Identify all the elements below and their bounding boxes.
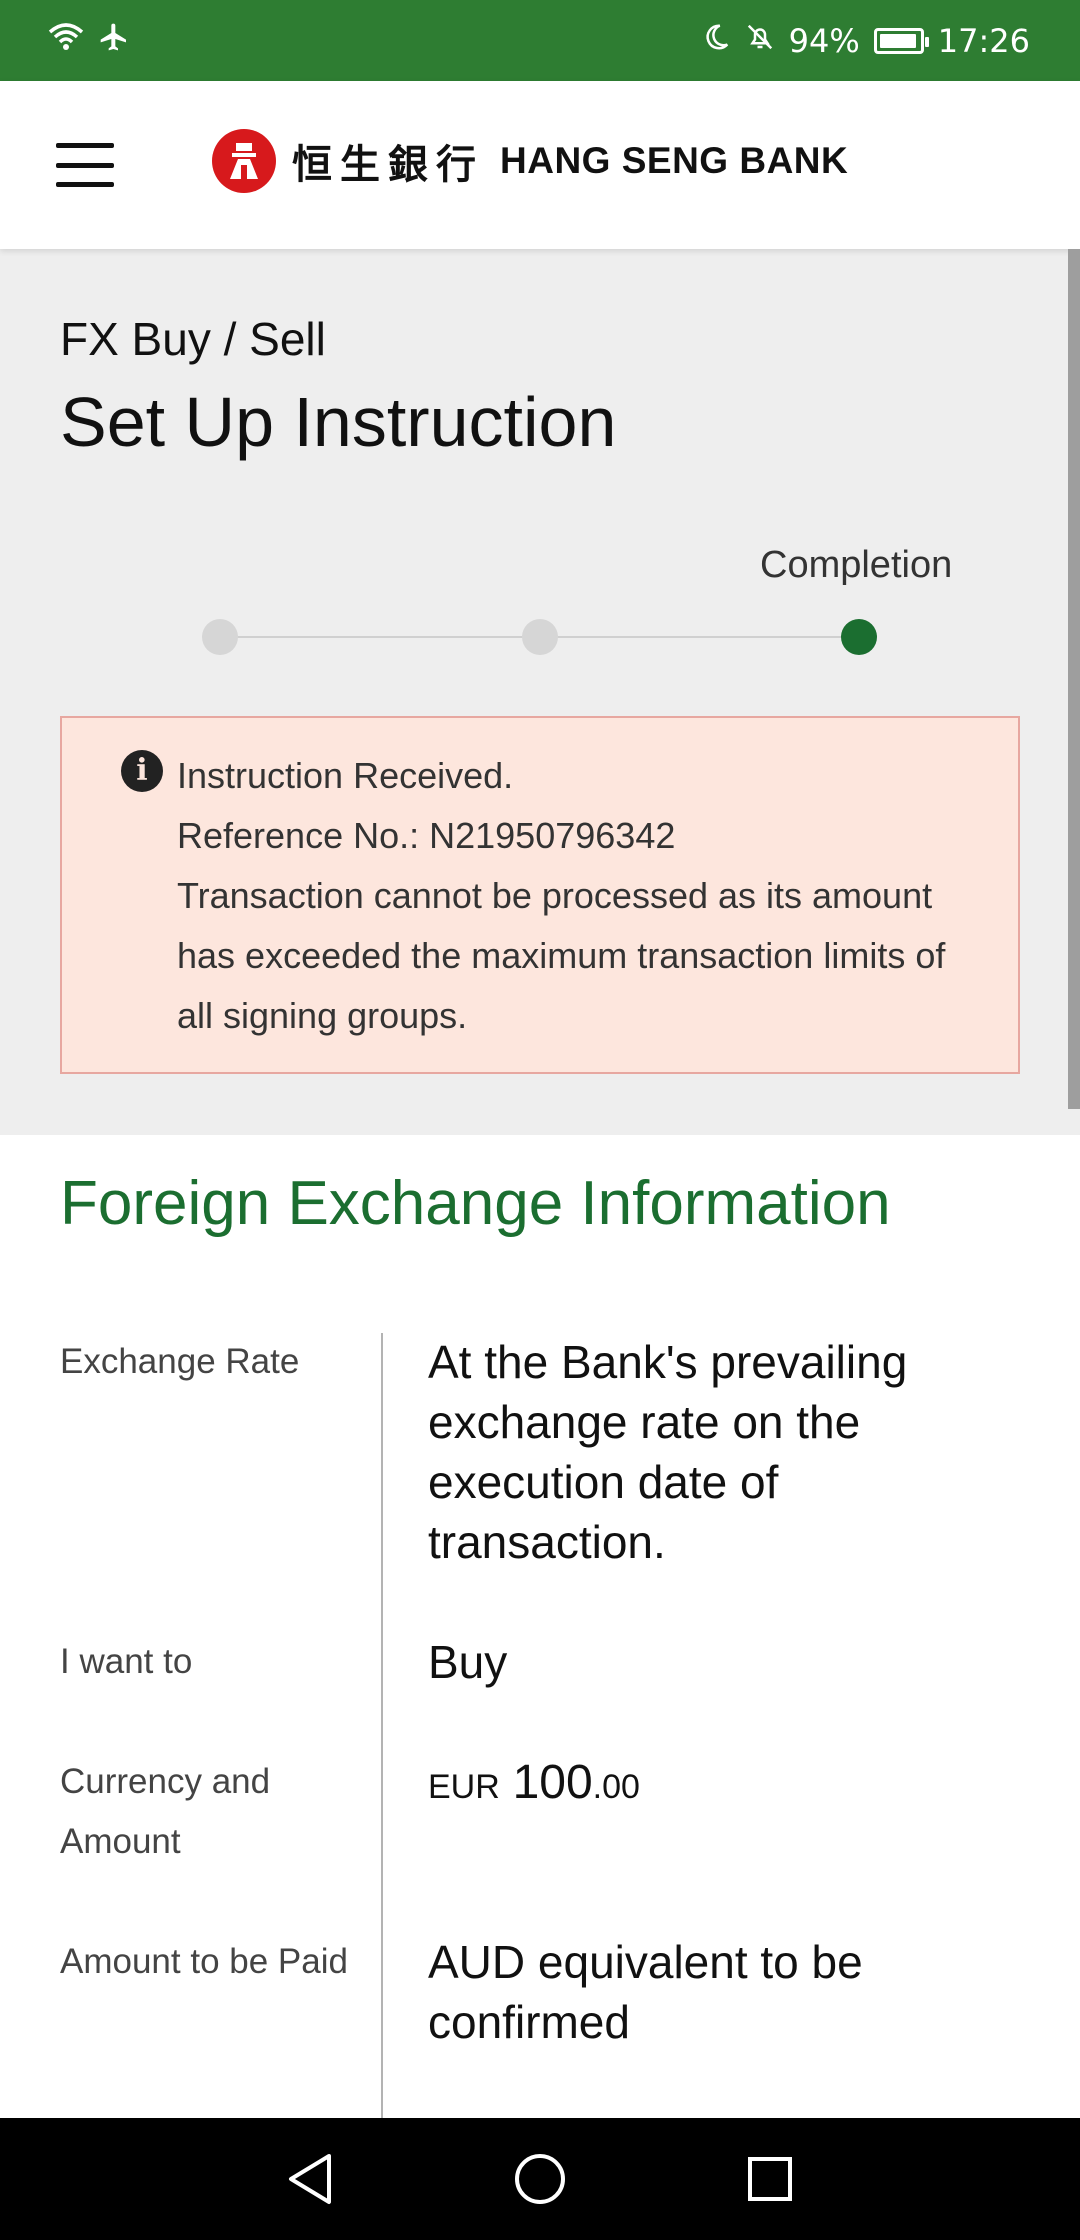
label-currency-amount: Currency and Amount xyxy=(60,1762,271,1861)
value-i-want-to: Buy xyxy=(428,1636,508,1688)
alert-line-status: Instruction Received. xyxy=(177,755,514,796)
moon-icon xyxy=(701,22,731,60)
status-left xyxy=(48,21,130,61)
value-exchange-rate: At the Bank's prevailing exchange rate o… xyxy=(428,1336,908,1568)
page-title: Set Up Instruction xyxy=(60,383,617,461)
alert-line-detail: Transaction cannot be processed as its a… xyxy=(177,875,946,1036)
label-exchange-rate: Exchange Rate xyxy=(60,1342,300,1381)
recents-icon[interactable] xyxy=(740,2149,800,2209)
step-dot-1 xyxy=(202,619,238,655)
scrollbar[interactable] xyxy=(1068,249,1080,1109)
wifi-icon xyxy=(48,22,84,60)
logo-chinese-text: 恒生銀行 xyxy=(292,141,484,188)
system-nav-bar xyxy=(0,2118,1080,2240)
section-title: Foreign Exchange Information xyxy=(60,1169,891,1238)
column-divider xyxy=(381,1333,383,2118)
status-bar: 94% 17:26 xyxy=(0,0,1080,81)
info-icon: i xyxy=(121,750,163,792)
battery-icon xyxy=(873,27,929,54)
alert-message: Instruction Received. Reference No.: N21… xyxy=(177,746,987,1046)
battery-percent: 94% xyxy=(788,21,860,60)
amount-integer: 100 xyxy=(512,1756,593,1809)
breadcrumb: FX Buy / Sell xyxy=(60,313,326,365)
airplane-icon xyxy=(98,21,130,61)
status-right: 94% 17:26 xyxy=(701,22,1030,60)
home-icon[interactable] xyxy=(510,2149,570,2209)
step-dot-3-active xyxy=(841,619,877,655)
currency-code: EUR xyxy=(428,1768,500,1806)
logo-english-text: HANG SENG BANK xyxy=(500,140,849,181)
bell-off-icon xyxy=(745,22,775,60)
alert-line-reference: Reference No.: N21950796342 xyxy=(177,815,676,856)
bank-logo[interactable]: 恒生銀行 HANG SENG BANK xyxy=(212,129,848,193)
app-header: 恒生銀行 HANG SENG BANK xyxy=(0,81,1080,249)
value-currency-amount: EUR 100.00 xyxy=(428,1752,1028,1817)
status-alert: i Instruction Received. Reference No.: N… xyxy=(60,716,1020,1074)
logo-emblem-icon xyxy=(212,129,276,193)
back-icon[interactable] xyxy=(280,2149,340,2209)
menu-icon[interactable] xyxy=(56,143,114,187)
label-i-want-to: I want to xyxy=(60,1642,193,1681)
clock: 17:26 xyxy=(937,21,1030,60)
step-label-completion: Completion xyxy=(760,544,953,586)
label-amount-to-be-paid: Amount to be Paid xyxy=(60,1942,348,1981)
value-amount-to-be-paid: AUD equivalent to be confirmed xyxy=(428,1936,863,2048)
step-dot-2 xyxy=(522,619,558,655)
amount-decimal: .00 xyxy=(592,1768,640,1806)
